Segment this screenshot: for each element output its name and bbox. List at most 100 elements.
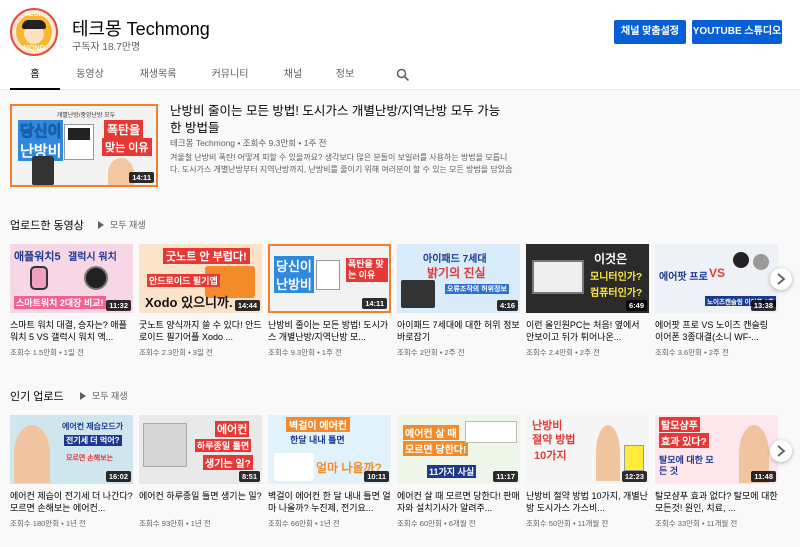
video-card[interactable]: 에어컨 살 때 모르면 당한다! 11가지 사실 11:17 에어컨 살 때 모…: [397, 415, 520, 529]
video-title[interactable]: 아이패드 7세대에 대한 허위 정보 바로잡기: [397, 319, 520, 343]
thumb-text: 당신이: [18, 120, 64, 141]
channel-avatar[interactable]: TECH MONG: [10, 8, 58, 56]
watch-image: [30, 266, 48, 290]
earbud-image: [753, 254, 769, 270]
video-card[interactable]: 굿노트 안 부럽다! 안드로이드 필기앱 Xodo 있으니까. 14:44 굿노…: [139, 244, 262, 358]
thermostat-image: [624, 445, 644, 471]
monitor-image: [532, 260, 584, 294]
thumb-text: 컴퓨터인가?: [590, 288, 643, 299]
video-card[interactable]: 애플워치5 갤럭시 워치 스마트워치 2대장 비교! 11:32 스마트 워치 …: [10, 244, 133, 358]
search-icon[interactable]: [396, 68, 410, 82]
thumb-text: 전기세 더 먹어?: [64, 435, 122, 446]
video-meta: 조회수 50만회 • 11개월 전: [526, 519, 609, 528]
subscriber-count: 구독자 18.7만명: [72, 42, 141, 53]
video-thumbnail[interactable]: 벽걸이 에어컨 한달 내내 틀면 얼마 나올까? 10:11: [268, 415, 391, 484]
play-icon: [80, 392, 86, 400]
video-thumbnail[interactable]: 당신이 난방비 폭탄을 맞는 이유 14:11: [268, 244, 391, 313]
thumb-text: 아이패드 7세대: [423, 254, 487, 265]
video-duration: 11:48: [751, 471, 776, 482]
video-meta: 조회수 60만회 • 6개월 전: [397, 519, 476, 528]
video-card[interactable]: 벽걸이 에어컨 한달 내내 틀면 얼마 나올까? 10:11 벽걸이 에어컨 한…: [268, 415, 391, 529]
video-title[interactable]: 에어컨 하루종일 틀면 생기는 일?: [139, 490, 262, 514]
video-thumbnail[interactable]: 에어팟 프로 VS 노이즈캔슬링 이어폰 3종 13:38: [655, 244, 778, 313]
video-duration: 8:51: [238, 471, 260, 482]
video-title[interactable]: 이런 올인원PC는 처음! 옆에서 안보이고 뒤가 튀어나온...: [526, 319, 649, 343]
video-thumbnail[interactable]: 굿노트 안 부럽다! 안드로이드 필기앱 Xodo 있으니까. 14:44: [139, 244, 262, 313]
thumb-text: 당신이: [274, 256, 314, 275]
thumb-text: 안드로이드 필기앱: [147, 274, 220, 287]
popular-play-all-button[interactable]: 모두 재생: [80, 389, 128, 402]
thumb-text: 에어컨: [215, 421, 250, 437]
video-card[interactable]: 에어팟 프로 VS 노이즈캔슬링 이어폰 3종 13:38 에어팟 프로 VS …: [655, 244, 778, 358]
customize-channel-button[interactable]: 채널 맞춤설정: [614, 20, 686, 44]
youtube-studio-button[interactable]: YOUTUBE 스튜디오: [692, 20, 782, 44]
video-duration: 12:23: [621, 471, 647, 482]
thumb-text: VS: [709, 266, 726, 280]
tablet-image: [401, 280, 435, 308]
video-thumbnail[interactable]: 애플워치5 갤럭시 워치 스마트워치 2대장 비교! 11:32: [10, 244, 133, 313]
earbud-image: [733, 252, 749, 268]
video-meta: 조회수 2만회 • 2주 전: [397, 348, 465, 357]
video-title[interactable]: 에어컨 살 때 모르면 당한다! 판매자와 설치기사가 알려주...: [397, 490, 520, 514]
thumb-text: 에어컨 제습모드가: [62, 422, 124, 431]
remote-image: [274, 453, 314, 481]
chevron-right-icon: [777, 273, 786, 285]
featured-video-meta: 테크몽 Techmong • 조회수 9.3만회 • 1주 전: [170, 138, 327, 148]
featured-video-thumbnail[interactable]: 개별난방/중앙난방 모두 당신이 난방비 폭탄을 맞는 이유 14:11: [10, 104, 158, 187]
video-thumbnail[interactable]: 이것은 모니터인가? 컴퓨터인가? 6:49: [526, 244, 649, 313]
uploads-next-arrow[interactable]: [770, 268, 792, 290]
video-card[interactable]: 난방비 절약 방법 10가지 12:23 난방비 절약 방법 10가지, 개별난…: [526, 415, 649, 529]
video-thumbnail[interactable]: 에어컨 하루종일 틀면 생기는 일? 8:51: [139, 415, 262, 484]
video-card[interactable]: 탈모샴푸 효과 있다? 탈모에 대한 모든 것 11:48 탈모샴푸 효과 없다…: [655, 415, 778, 529]
uploads-play-all-button[interactable]: 모두 재생: [98, 218, 146, 231]
video-title[interactable]: 난방비 줄이는 모든 방법! 도시가스 개별난방/지역난방 모...: [268, 319, 391, 343]
video-meta: 조회수 2.4만회 • 2주 전: [526, 348, 600, 357]
thumb-text: 애플워치5: [14, 251, 61, 263]
avatar-hair: [22, 20, 46, 29]
tab-playlists[interactable]: 재생목록: [134, 60, 182, 90]
video-title[interactable]: 스마트 워치 대결, 승자는? 애플워치 5 VS 갤럭시 워치 액...: [10, 319, 133, 343]
video-meta: 조회수 66만회 • 1년 전: [268, 519, 340, 528]
tab-channels[interactable]: 채널: [278, 60, 308, 90]
popular-section-title[interactable]: 인기 업로드: [10, 388, 64, 404]
video-title[interactable]: 굿노트 양식까지 쓸 수 있다! 안드로이드 필기어플 Xodo ...: [139, 319, 262, 343]
thumb-text: 효과 있다?: [659, 433, 709, 448]
video-meta: 조회수 33만회 • 11개월 전: [655, 519, 738, 528]
thumb-text: 오류조작의 허위정보: [445, 284, 509, 294]
video-card[interactable]: 에어컨 제습모드가 전기세 더 먹어? 모르면 손해보는 16:02 에어컨 제…: [10, 415, 133, 529]
video-title[interactable]: 탈모샴푸 효과 없다? 탈모에 대한 모든것! 원인, 치료, ...: [655, 490, 778, 514]
video-meta: 조회수 180만회 • 1년 전: [10, 519, 86, 528]
tab-videos[interactable]: 동영상: [68, 60, 112, 90]
video-meta: 조회수 9.3만회 • 1주 전: [268, 348, 342, 357]
thumb-text: 갤럭시 워치: [68, 252, 117, 263]
thumb-text: 폭탄을: [104, 120, 144, 139]
video-card[interactable]: 에어컨 하루종일 틀면 생기는 일? 8:51 에어컨 하루종일 틀면 생기는 …: [139, 415, 262, 529]
video-thumbnail[interactable]: 탈모샴푸 효과 있다? 탈모에 대한 모든 것 11:48: [655, 415, 778, 484]
tab-community[interactable]: 커뮤니티: [204, 60, 256, 90]
thumb-text: 생기는 일?: [203, 455, 253, 470]
channel-header: TECH MONG 테크몽 Techmong 구독자 18.7만명 채널 맞춤설…: [0, 0, 800, 60]
uploads-section-title[interactable]: 업로드한 동영상: [10, 217, 84, 233]
thumb-text: 이것은: [594, 252, 628, 266]
video-title[interactable]: 난방비 절약 방법 10가지, 개별난방 도시가스 가스비...: [526, 490, 649, 514]
tab-home[interactable]: 홈: [10, 60, 60, 90]
video-thumbnail[interactable]: 난방비 절약 방법 10가지 12:23: [526, 415, 649, 484]
featured-video-title[interactable]: 난방비 줄이는 모든 방법! 도시가스 개별난방/지역난방 모두 가능한 방법들: [170, 103, 510, 137]
popular-next-arrow[interactable]: [770, 440, 792, 462]
thumb-text: 모르면 당한다!: [403, 441, 469, 456]
video-thumbnail[interactable]: 에어컨 살 때 모르면 당한다! 11가지 사실 11:17: [397, 415, 520, 484]
video-title[interactable]: 에어컨 제습이 전기세 더 나간다? 모르면 손해보는 에어컨...: [10, 490, 133, 514]
video-duration: 14:44: [234, 300, 260, 311]
video-meta: 조회수 1.5만회 • 1일 전: [10, 348, 84, 357]
video-duration: 11:32: [106, 300, 131, 311]
video-title[interactable]: 벽걸이 에어컨 한 달 내내 틀면 얼마 나올까? 누진제, 전기요...: [268, 490, 391, 514]
tab-about[interactable]: 정보: [330, 60, 360, 90]
video-thumbnail[interactable]: 아이패드 7세대 밝기의 진실 오류조작의 허위정보 4:16: [397, 244, 520, 313]
video-thumbnail[interactable]: 에어컨 제습모드가 전기세 더 먹어? 모르면 손해보는 16:02: [10, 415, 133, 484]
video-card[interactable]: 당신이 난방비 폭탄을 맞는 이유 14:11 난방비 줄이는 모든 방법! 도…: [268, 244, 391, 358]
thermostat-image: [316, 260, 340, 290]
thermostat-screen: [68, 128, 90, 140]
video-card[interactable]: 이것은 모니터인가? 컴퓨터인가? 6:49 이런 올인원PC는 처음! 옆에서…: [526, 244, 649, 358]
video-card[interactable]: 아이패드 7세대 밝기의 진실 오류조작의 허위정보 4:16 아이패드 7세대…: [397, 244, 520, 358]
video-title[interactable]: 에어팟 프로 VS 노이즈 캔슬링 이어폰 3종대결(소니 WF-...: [655, 319, 778, 343]
